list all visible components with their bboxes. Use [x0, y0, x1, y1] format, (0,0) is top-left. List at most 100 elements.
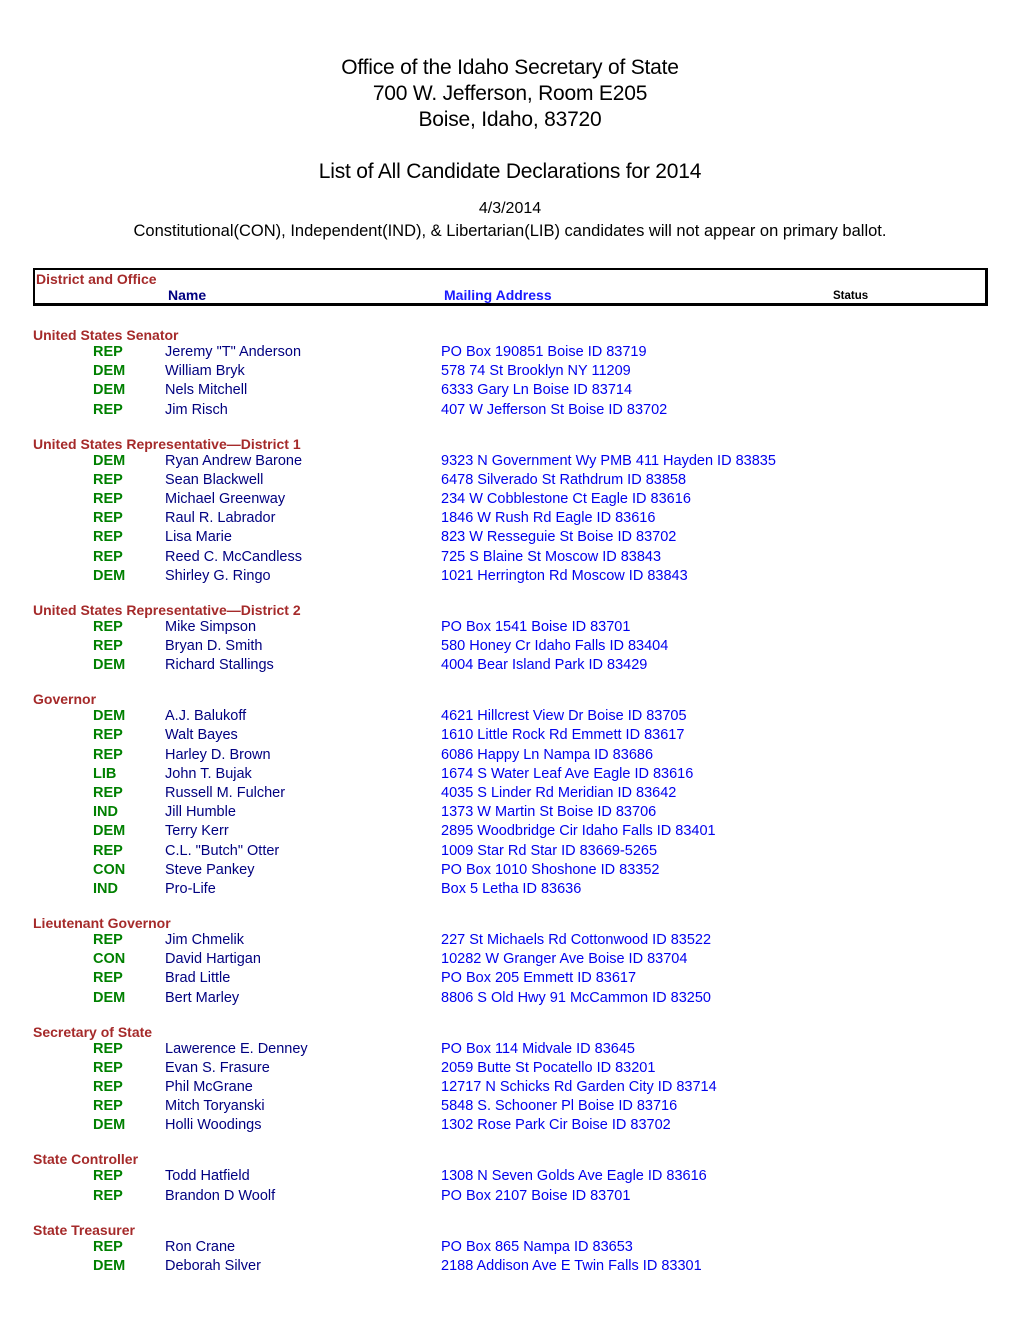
- mailing-address: 5848 S. Schooner Pl Boise ID 83716: [441, 1098, 678, 1115]
- mailing-address: 725 S Blaine St Moscow ID 83843: [441, 548, 662, 565]
- party-code: DEM: [93, 452, 126, 469]
- party-code: REP: [93, 638, 123, 654]
- candidate-name: Ron Crane: [165, 1238, 236, 1255]
- mailing-address: 1009 Star Rd Star ID 83669-5265: [441, 842, 658, 859]
- party-code: DEM: [93, 363, 126, 380]
- candidate-name: Walt Bayes: [165, 727, 238, 744]
- candidate-name: Steve Pankey: [165, 861, 255, 878]
- party-code: DEM: [93, 382, 126, 399]
- candidate-row: REP Sean Blackwell 6478 Silverado St Rathd…: [0, 472, 1020, 491]
- party-code: REP: [93, 510, 123, 527]
- candidate-row: REP Brandon D Woolf PO Box 2107 Boise ID 8…: [0, 1188, 1020, 1207]
- party-code: REP: [93, 932, 123, 948]
- mailing-address: PO Box 2107 Boise ID 83701: [441, 1187, 631, 1204]
- candidate-name: Jeremy "T" Anderson: [165, 344, 302, 360]
- column-header-mailing-address: Mailing Address: [444, 287, 552, 303]
- party-code: DEM: [93, 989, 126, 1006]
- column-header-box: District and Office Name Mailing Address…: [33, 268, 988, 306]
- candidate-row: DEM Holli Woodings 1302 Rose Park Cir Bois…: [0, 1117, 1020, 1136]
- office-heading: State Treasurer: [33, 1221, 135, 1238]
- candidate-name: C.L. "Butch" Otter: [165, 842, 280, 859]
- party-code: DEM: [93, 708, 126, 725]
- party-code: DEM: [93, 1257, 126, 1274]
- mailing-address: 823 W Resseguie St Boise ID 83702: [441, 529, 677, 546]
- mailing-address: Box 5 Letha ID 83636: [441, 881, 582, 897]
- party-code: IND: [93, 804, 118, 821]
- office-heading: Governor: [33, 691, 97, 708]
- candidate-row: REP Harley D. Brown 6086 Happy Ln Nampa ID…: [0, 747, 1020, 766]
- party-code: REP: [93, 401, 123, 418]
- column-header-status: Status: [833, 290, 869, 302]
- mailing-address: 10282 W Granger Ave Boise ID 83704: [441, 951, 688, 968]
- candidate-name: William Bryk: [165, 363, 245, 380]
- candidate-name: Ryan Andrew Barone: [165, 452, 303, 469]
- candidate-name: Reed C. McCandless: [165, 548, 302, 565]
- mailing-address: 4004 Bear Island Park ID 83429: [441, 657, 648, 674]
- candidate-row: REP Todd Hatfield 1308 N Seven Golds Ave E…: [0, 1168, 1020, 1187]
- candidate-row: REP Phil McGrane 12717 N Schicks Rd Garden…: [0, 1079, 1020, 1098]
- mailing-address: 6333 Gary Ln Boise ID 83714: [441, 382, 633, 399]
- candidate-name: Mike Simpson: [165, 618, 257, 635]
- party-code: REP: [93, 1079, 123, 1095]
- candidate-row: REP Russell M. Fulcher 4035 S Linder Rd Me…: [0, 785, 1020, 804]
- party-code: REP: [93, 1238, 123, 1255]
- candidate-row: REP Raul R. Labrador 1846 W Rush Rd Eagle …: [0, 510, 1020, 529]
- mailing-address: PO Box 205 Emmett ID 83617: [441, 970, 637, 987]
- candidate-row: REP Jeremy "T" Anderson PO Box 190851 Bois…: [0, 344, 1020, 363]
- mailing-address: 227 St Michaels Rd Cottonwood ID 83522: [441, 932, 712, 948]
- candidate-name: Brad Little: [165, 970, 231, 987]
- candidate-name: Shirley G. Ringo: [165, 567, 271, 584]
- candidate-row: REP Jim Risch 407 W Jefferson St Boise ID …: [0, 402, 1020, 421]
- candidate-row: REP Lisa Marie 823 W Resseguie St Boise ID…: [0, 529, 1020, 548]
- candidate-row: REP Michael Greenway 234 W Cobblestone Ct …: [0, 491, 1020, 510]
- candidate-row: CON Steve Pankey PO Box 1010 Shoshone ID 8…: [0, 862, 1020, 881]
- party-code: REP: [93, 548, 123, 565]
- party-code: DEM: [93, 567, 126, 584]
- party-code: REP: [93, 1168, 123, 1185]
- office-heading: United States Senator: [33, 327, 179, 343]
- party-code: REP: [93, 1040, 123, 1057]
- mailing-address: 2059 Butte St Pocatello ID 83201: [441, 1059, 656, 1076]
- mailing-address: 578 74 St Brooklyn NY 11209: [441, 363, 631, 380]
- office-heading: United States Representative—District 2: [33, 601, 301, 618]
- candidate-row: REP Mike Simpson PO Box 1541 Boise ID 8370…: [0, 619, 1020, 638]
- party-code: REP: [93, 970, 123, 987]
- candidate-name: Raul R. Labrador: [165, 510, 276, 527]
- candidate-name: Deborah Silver: [165, 1257, 261, 1274]
- party-code: REP: [93, 344, 123, 360]
- mailing-address: 1302 Rose Park Cir Boise ID 83702: [441, 1117, 671, 1134]
- candidate-row: REP Walt Bayes 1610 Little Rock Rd Emmett …: [0, 727, 1020, 746]
- document-date: 4/3/2014: [478, 200, 542, 217]
- candidate-name: Terry Kerr: [165, 823, 229, 840]
- candidate-row: DEM Terry Kerr 2895 Woodbridge Cir Idaho F…: [0, 823, 1020, 842]
- party-code: DEM: [93, 1117, 126, 1134]
- mailing-address: 4621 Hillcrest View Dr Boise ID 83705: [441, 708, 687, 725]
- candidate-name: Harley D. Brown: [165, 746, 271, 763]
- mailing-address: 2895 Woodbridge Cir Idaho Falls ID 83401: [441, 823, 716, 840]
- office-heading: Lieutenant Governor: [33, 915, 171, 931]
- candidate-row: DEM William Bryk 578 74 St Brooklyn NY 112…: [0, 363, 1020, 382]
- candidate-name: Lisa Marie: [165, 529, 232, 546]
- candidate-row: IND Pro-Life Box 5 Letha ID 83636: [0, 881, 1020, 900]
- office-name: Office of the Idaho Secretary of State: [341, 56, 679, 79]
- mailing-address: 8806 S Old Hwy 91 McCammon ID 83250: [441, 989, 711, 1006]
- party-code: REP: [93, 1059, 123, 1076]
- candidate-row: REP Bryan D. Smith 580 Honey Cr Idaho Fall…: [0, 638, 1020, 657]
- office-heading: Secretary of State: [33, 1023, 153, 1040]
- ballot-note: Constitutional(CON), Independent(IND), &…: [133, 222, 887, 240]
- mailing-address: PO Box 190851 Boise ID 83719: [441, 344, 647, 360]
- candidate-name: Todd Hatfield: [165, 1168, 250, 1185]
- candidate-name: Michael Greenway: [165, 491, 286, 507]
- candidate-name: A.J. Balukoff: [165, 708, 247, 725]
- candidate-name: John T. Bujak: [165, 765, 252, 782]
- mailing-address: 407 W Jefferson St Boise ID 83702: [441, 401, 668, 418]
- candidate-row: CON David Hartigan 10282 W Granger Ave Boi…: [0, 951, 1020, 970]
- mailing-address: PO Box 1541 Boise ID 83701: [441, 618, 631, 635]
- party-code: REP: [93, 1187, 123, 1204]
- candidate-row: LIB John T. Bujak 1674 S Water Leaf Ave Ea…: [0, 766, 1020, 785]
- party-code: DEM: [93, 657, 126, 674]
- candidate-name: Mitch Toryanski: [165, 1098, 265, 1115]
- candidate-name: Evan S. Frasure: [165, 1059, 270, 1076]
- mailing-address: 6478 Silverado St Rathdrum ID 83858: [441, 471, 687, 488]
- candidate-row: REP Ron Crane PO Box 865 Nampa ID 83653: [0, 1239, 1020, 1258]
